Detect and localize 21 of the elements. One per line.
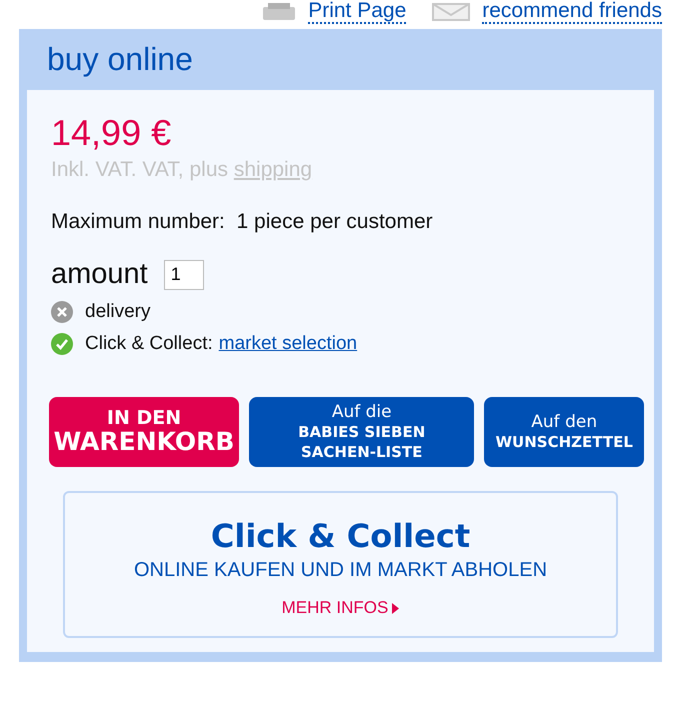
amount-label: amount [51,258,148,291]
price: 14,99 € [51,112,172,154]
banner-subtitle: ONLINE KAUFEN UND IM MARKT ABHOLEN [134,559,548,582]
top-link[interactable]: recommend friends [482,0,662,24]
market-selection-link[interactable]: market selection [218,333,358,355]
envelope-icon [432,3,470,21]
add-to-list-button[interactable]: Auf den WUNSCHZETTEL [484,397,644,467]
amount-field[interactable]: 1 [164,260,204,290]
availability-text: delivery [85,301,150,323]
triangle-icon [392,602,400,614]
add-to-cart-button[interactable]: IN DEN WARENKORB [49,397,239,467]
panel-title: buy online [46,40,194,79]
add-to-list-button[interactable]: Auf die BABIES SIEBEN SACHEN-LISTE [249,397,474,467]
top-link[interactable]: Print Page [308,0,406,24]
banner-title: Click & Collect [210,517,470,555]
tax-note: Inkl. VAT. VAT, plus shipping [51,158,314,182]
more-info-link[interactable]: MEHR INFOS [282,598,388,618]
maximum-number-text: Maximum number: 1 piece per customer [51,210,434,234]
availability-text: Click & Collect: [85,333,213,355]
printer-icon [262,3,296,21]
click-collect-banner[interactable]: Click & Collect ONLINE KAUFEN UND IM MARKT ABHOLEN MEHR INFOS [63,491,618,638]
